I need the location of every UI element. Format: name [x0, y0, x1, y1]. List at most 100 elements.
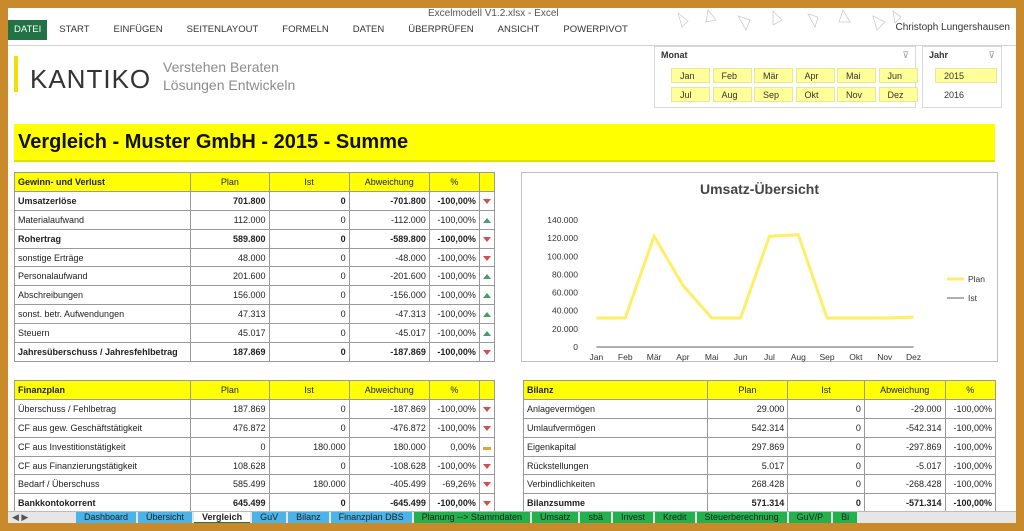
ribbon-tab[interactable]: ANSICHT [486, 20, 552, 40]
finanzplan-cell-label[interactable]: Bankkontokorrent [13, 493, 192, 514]
guv-cell-abw[interactable]: -701.800 [348, 190, 430, 211]
guv-cell-abw[interactable]: -47.313 [348, 304, 430, 325]
finanzplan-cell-ist[interactable]: 0 [268, 455, 350, 476]
guv-cell-ist[interactable]: 0 [268, 266, 350, 287]
finanzplan-cell-pct[interactable]: -69,26% [428, 474, 480, 495]
guv-cell-abw[interactable]: -589.800 [348, 228, 430, 249]
ribbon-tab[interactable]: POWERPIVOT [551, 20, 639, 40]
sheet-tab[interactable]: Finanzplan DBS [330, 512, 412, 523]
guv-cell-abw[interactable]: -45.017 [348, 323, 430, 344]
bilanz-cell-pct[interactable]: -100,00% [944, 417, 997, 438]
sheet-tab[interactable]: Bilanz [288, 512, 329, 523]
finanzplan-cell-abw[interactable]: -108.628 [348, 455, 430, 476]
finanzplan-cell-abw[interactable]: -476.872 [348, 417, 430, 438]
bilanz-cell-pct[interactable]: -100,00% [944, 493, 997, 514]
sheet-tab[interactable]: GuV [252, 512, 287, 523]
guv-cell-ist[interactable]: 0 [268, 285, 350, 306]
ribbon-tab[interactable]: EINFÜGEN [102, 20, 175, 40]
month-button[interactable]: Mai [837, 68, 876, 83]
bilanz-cell-label[interactable]: Anlagevermögen [523, 398, 708, 419]
guv-cell-label[interactable]: sonst. betr. Aufwendungen [13, 304, 192, 325]
bilanz-cell-abw[interactable]: -5.017 [863, 455, 946, 476]
bilanz-cell-ist[interactable]: 0 [787, 455, 865, 476]
finanzplan-cell-abw[interactable]: -405.499 [348, 474, 430, 495]
sheet-tab[interactable]: Übersicht [138, 512, 193, 523]
guv-cell-label[interactable]: Jahresüberschuss / Jahresfehlbetrag [13, 342, 192, 362]
guv-cell-pct[interactable]: -100,00% [428, 342, 480, 362]
bilanz-cell-ist[interactable]: 0 [787, 417, 865, 438]
finanzplan-cell-ist[interactable]: 0 [268, 417, 350, 438]
guv-cell-ist[interactable]: 0 [268, 247, 350, 268]
guv-cell-label[interactable]: Rohertrag [13, 228, 192, 249]
bilanz-cell-label[interactable]: Rückstellungen [523, 455, 708, 476]
guv-cell-plan[interactable]: 47.313 [190, 304, 270, 325]
year-button[interactable]: 2016 [935, 87, 997, 102]
ribbon-tab[interactable]: DATEN [341, 20, 397, 40]
guv-cell-label[interactable]: Abschreibungen [13, 285, 192, 306]
guv-cell-plan[interactable]: 589.800 [190, 228, 270, 249]
finanzplan-cell-pct[interactable]: -100,00% [428, 417, 480, 438]
finanzplan-cell-plan[interactable]: 645.499 [190, 493, 270, 514]
finanzplan-cell-label[interactable]: Bedarf / Überschuss [13, 474, 192, 495]
ribbon-tab[interactable]: START [47, 20, 101, 40]
bilanz-cell-abw[interactable]: -542.314 [863, 417, 946, 438]
month-button[interactable]: Okt [795, 87, 835, 102]
sheet-tab[interactable]: Planung --> Stammdaten [413, 512, 530, 523]
sheet-tab[interactable]: Bi [833, 512, 858, 523]
guv-cell-ist[interactable]: 0 [268, 209, 350, 230]
bilanz-cell-label[interactable]: Verbindlichkeiten [523, 474, 708, 495]
month-button[interactable]: Sep [754, 87, 793, 102]
guv-cell-label[interactable]: Personalaufwand [13, 266, 192, 287]
finanzplan-cell-abw[interactable]: -645.499 [348, 493, 430, 514]
bilanz-cell-label[interactable]: Eigenkapital [523, 436, 708, 457]
month-button[interactable]: Nov [837, 87, 876, 102]
guv-cell-plan[interactable]: 112.000 [190, 209, 270, 230]
guv-cell-pct[interactable]: -100,00% [428, 266, 480, 287]
filter-clear-icon[interactable]: ⊽ [902, 50, 909, 61]
month-button[interactable]: Mär [754, 68, 793, 83]
finanzplan-cell-ist[interactable]: 0 [268, 493, 350, 514]
guv-cell-plan[interactable]: 701.800 [190, 190, 270, 211]
ribbon-tab[interactable]: SEITENLAYOUT [175, 20, 271, 40]
user-name[interactable]: Christoph Lungershausen [895, 22, 1010, 33]
finanzplan-cell-label[interactable]: CF aus gew. Geschäftstätigkeit [13, 417, 192, 438]
sheet-tab[interactable]: Kredit [655, 512, 695, 523]
filter-clear-icon[interactable]: ⊽ [988, 50, 995, 61]
guv-cell-abw[interactable]: -201.600 [348, 266, 430, 287]
bilanz-cell-ist[interactable]: 0 [787, 436, 865, 457]
guv-cell-pct[interactable]: -100,00% [428, 247, 480, 268]
month-button[interactable]: Jun [878, 68, 918, 83]
bilanz-cell-ist[interactable]: 0 [787, 398, 865, 419]
finanzplan-cell-ist[interactable]: 180.000 [268, 474, 350, 495]
bilanz-cell-plan[interactable]: 29.000 [706, 398, 789, 419]
guv-cell-pct[interactable]: -100,00% [428, 209, 480, 230]
guv-cell-ist[interactable]: 0 [268, 342, 350, 362]
guv-cell-ist[interactable]: 0 [268, 190, 350, 211]
bilanz-cell-label[interactable]: Umlaufvermögen [523, 417, 708, 438]
bilanz-cell-plan[interactable]: 297.869 [706, 436, 789, 457]
bilanz-cell-plan[interactable]: 542.314 [706, 417, 789, 438]
guv-cell-pct[interactable]: -100,00% [428, 323, 480, 344]
guv-cell-abw[interactable]: -187.869 [348, 342, 430, 362]
guv-cell-label[interactable]: Materialaufwand [13, 209, 192, 230]
guv-cell-plan[interactable]: 45.017 [190, 323, 270, 344]
guv-cell-pct[interactable]: -100,00% [428, 228, 480, 249]
guv-cell-plan[interactable]: 201.600 [190, 266, 270, 287]
finanzplan-cell-ist[interactable]: 0 [268, 398, 350, 419]
sheet-tab[interactable]: sbä [580, 512, 611, 523]
guv-cell-plan[interactable]: 187.869 [190, 342, 270, 362]
bilanz-cell-ist[interactable]: 0 [787, 474, 865, 495]
guv-cell-plan[interactable]: 156.000 [190, 285, 270, 306]
guv-cell-label[interactable]: Steuern [13, 323, 192, 344]
month-button[interactable]: Apr [795, 68, 835, 83]
bilanz-cell-abw[interactable]: -571.314 [863, 493, 946, 514]
sheet-tab[interactable]: Dashboard [76, 512, 137, 523]
guv-cell-ist[interactable]: 0 [268, 228, 350, 249]
sheet-tab[interactable]: Umsatz [531, 512, 579, 523]
finanzplan-cell-pct[interactable]: -100,00% [428, 493, 480, 514]
guv-cell-pct[interactable]: -100,00% [428, 304, 480, 325]
month-button[interactable]: Feb [712, 68, 752, 83]
sheet-tab[interactable]: GuV/P [788, 512, 832, 523]
bilanz-cell-abw[interactable]: -29.000 [863, 398, 946, 419]
finanzplan-cell-plan[interactable]: 585.499 [190, 474, 270, 495]
